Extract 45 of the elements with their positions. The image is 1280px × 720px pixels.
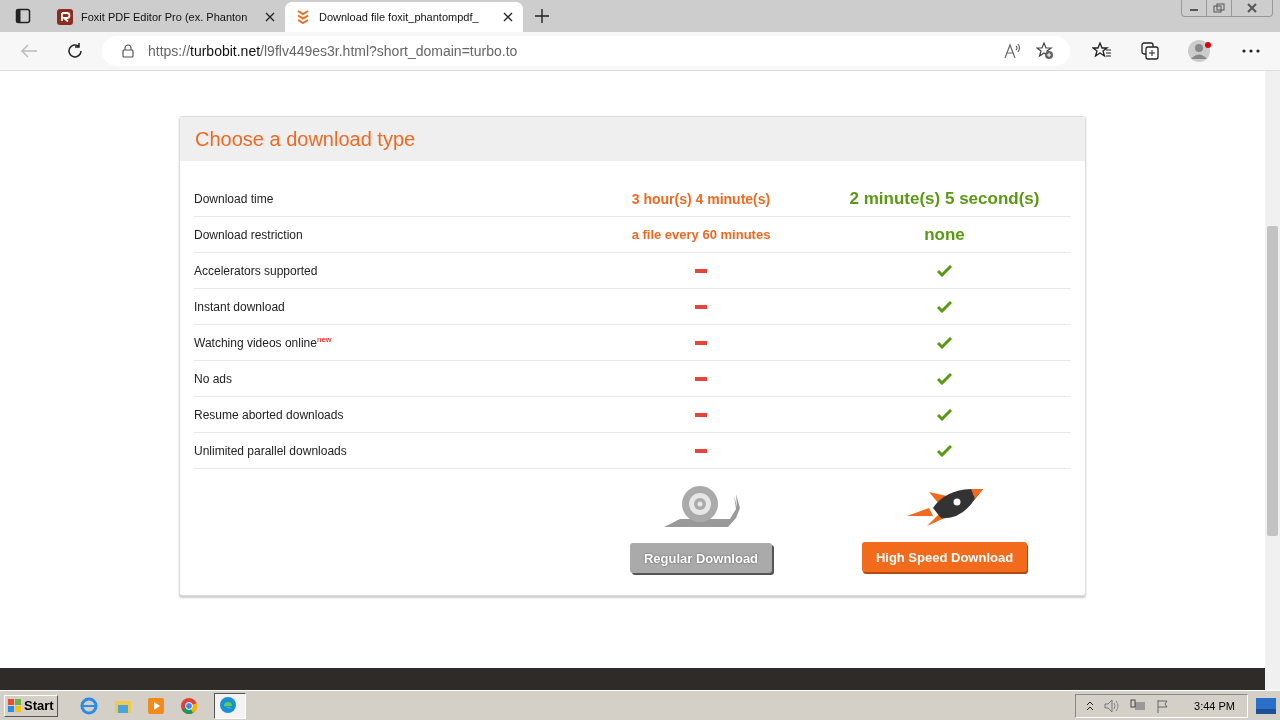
read-aloud-icon[interactable]	[1004, 43, 1022, 59]
browser-tab[interactable]: Foxit PDF Editor Pro (ex. Phanton	[47, 2, 285, 32]
chrome-icon[interactable]	[179, 696, 198, 715]
feature-label: Download time	[194, 191, 275, 206]
turbo-value: 2 minute(s) 5 second(s)	[848, 188, 1041, 209]
show-desktop-icon[interactable]	[1256, 697, 1276, 714]
network-icon[interactable]	[1130, 698, 1147, 713]
feature-label: Instant download	[194, 299, 286, 314]
feature-label: Accelerators supported	[194, 263, 319, 278]
add-favorite-icon[interactable]	[1036, 42, 1054, 60]
close-icon[interactable]	[503, 12, 513, 22]
scrollbar[interactable]	[1265, 71, 1280, 690]
address-field[interactable]: https://turbobit.net/l9flv449es3r.html?short_domain=turbo.to	[102, 36, 1070, 66]
close-icon	[1246, 3, 1258, 13]
feature-label: Unlimited parallel downloads	[194, 443, 348, 458]
card-title: Choose a download type	[195, 127, 416, 151]
favorites-icon[interactable]	[1092, 42, 1112, 60]
close-icon[interactable]	[265, 12, 275, 22]
feature-label: No ads	[194, 371, 234, 386]
refresh-icon[interactable]	[66, 42, 84, 60]
regular-value: 3 hour(s) 4 minute(s)	[630, 190, 772, 207]
tab-actions-icon[interactable]	[15, 8, 31, 24]
flag-icon[interactable]	[1156, 698, 1171, 713]
snail-icon	[662, 485, 740, 529]
lock-icon	[122, 44, 134, 58]
start-button[interactable]: Start	[4, 694, 58, 717]
restore-icon	[1213, 3, 1225, 13]
chevron-up-icon[interactable]	[1086, 700, 1095, 711]
chevrons-icon	[295, 9, 311, 25]
new-tab-icon[interactable]	[535, 9, 549, 23]
feature-label: Download restriction	[194, 227, 304, 242]
feature-label: Watching videos online$^{new}$	[194, 335, 333, 350]
edge-taskbar-button[interactable]	[213, 692, 246, 719]
more-icon[interactable]	[1242, 49, 1260, 53]
profile-avatar-icon[interactable]	[1188, 39, 1214, 63]
clock: 3:44 PM	[1194, 699, 1235, 712]
windows-logo-icon	[8, 699, 22, 712]
app-logo-icon	[57, 9, 73, 25]
browser-tab[interactable]: Download file foxit_phantompdf_	[285, 2, 523, 32]
turbo-value: none	[923, 224, 966, 245]
feature-label: Resume aborted downloads	[194, 407, 345, 422]
collections-icon[interactable]	[1140, 42, 1160, 60]
edge-icon	[218, 695, 237, 714]
speaker-icon[interactable]	[1104, 698, 1121, 713]
regular-value: a file every 60 minutes	[630, 227, 772, 242]
